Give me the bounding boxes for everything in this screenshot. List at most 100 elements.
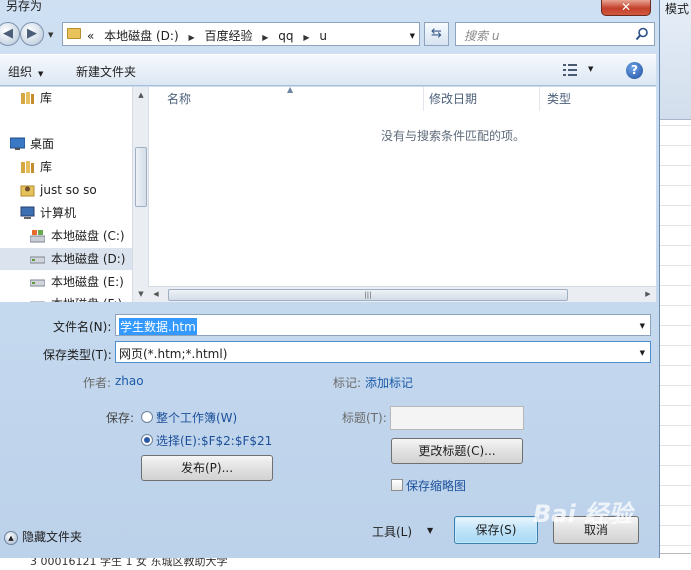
scroll-up-icon[interactable]: ▲ xyxy=(133,87,149,103)
save-thumbnail-label[interactable]: 保存缩略图 xyxy=(406,477,466,494)
background-ribbon: 模式 xyxy=(657,0,691,120)
breadcrumb-separator-icon[interactable]: ▶ xyxy=(303,33,309,42)
tags-label: 标记: xyxy=(333,376,362,390)
nav-item-label: 本地磁盘 (C:) xyxy=(51,229,125,243)
system-drive-icon xyxy=(30,230,45,243)
desktop-icon xyxy=(10,137,25,150)
column-header-type[interactable]: 类型 xyxy=(547,87,571,111)
file-list-scrollbar[interactable]: ◀ ||| ▶ xyxy=(148,286,656,302)
drive-icon xyxy=(30,301,45,302)
tools-dropdown-icon[interactable]: ▼ xyxy=(427,526,433,535)
file-list: ▲ 名称 修改日期 类型 没有与搜索条件匹配的项。 xyxy=(148,85,656,302)
refresh-button[interactable]: ⇆ xyxy=(424,22,449,46)
navigation-pane: 库 桌面 库 just so so 计算机 本地磁盘 (C:) 本地磁盘 (D:… xyxy=(0,87,148,302)
save-thumbnail-checkbox[interactable] xyxy=(391,479,403,491)
close-button[interactable]: ✕ xyxy=(601,0,651,16)
filename-label: 文件名(N): xyxy=(53,320,112,334)
scroll-thumb[interactable] xyxy=(135,147,147,207)
library-icon xyxy=(21,92,34,104)
background-excel-window: 模式 xyxy=(656,0,691,570)
radio-entire-workbook[interactable] xyxy=(141,411,153,423)
new-folder-button[interactable]: 新建文件夹 xyxy=(76,63,136,80)
nav-item-libraries[interactable]: 库 xyxy=(0,156,132,178)
background-grid xyxy=(657,125,691,555)
baidu-watermark: Bai 经验 xyxy=(533,500,633,528)
nav-item-computer[interactable]: 计算机 xyxy=(0,202,132,224)
nav-item-drive-c[interactable]: 本地磁盘 (C:) xyxy=(0,225,132,247)
breadcrumb-baidu-jingyan[interactable]: 百度经验 xyxy=(204,29,252,43)
search-icon[interactable] xyxy=(635,27,649,41)
scroll-right-icon[interactable]: ▶ xyxy=(640,287,656,303)
window-title: 另存为 xyxy=(6,0,43,13)
column-divider[interactable] xyxy=(423,87,424,111)
publish-button[interactable]: 发布(P)... xyxy=(141,455,273,481)
nav-item-label: just so so xyxy=(40,183,97,197)
nav-item-label: 本地磁盘 (F:) xyxy=(51,293,122,302)
save-button[interactable]: 保存(S) xyxy=(454,516,538,544)
breadcrumb-overflow[interactable]: « xyxy=(87,29,94,43)
chevron-down-icon: ▼ xyxy=(38,70,44,78)
filetype-select[interactable]: 网页(*.htm;*.html) ▼ xyxy=(115,341,651,363)
nav-item-label: 本地磁盘 (E:) xyxy=(51,275,124,289)
tags-value[interactable]: 添加标记 xyxy=(365,374,413,391)
drive-icon xyxy=(30,256,45,264)
scroll-left-icon[interactable]: ◀ xyxy=(148,287,164,303)
library-icon xyxy=(21,161,34,173)
empty-message: 没有与搜索条件匹配的项。 xyxy=(380,129,525,143)
command-bar: 组织 ▼ 新建文件夹 ▼ ? xyxy=(0,54,656,86)
radio-selection[interactable] xyxy=(141,434,153,446)
nav-item-drive-e[interactable]: 本地磁盘 (E:) xyxy=(0,271,132,293)
tools-menu[interactable]: 工具(L) xyxy=(372,523,412,540)
help-icon[interactable]: ? xyxy=(626,62,643,79)
nav-item-libraries-top[interactable]: 库 xyxy=(0,87,132,109)
back-arrow-icon: ◀ xyxy=(3,26,13,41)
breadcrumb-separator-icon[interactable]: ▶ xyxy=(262,33,268,42)
filetype-dropdown-icon[interactable]: ▼ xyxy=(640,349,645,357)
page-title-input[interactable] xyxy=(390,406,524,430)
nav-item-label: 本地磁盘 (D:) xyxy=(51,252,126,266)
view-options-icon[interactable] xyxy=(563,64,577,76)
background-ribbon-tab: 模式 xyxy=(665,2,690,16)
filetype-label: 保存类型(T): xyxy=(43,348,112,362)
search-input[interactable]: 搜索 u xyxy=(455,22,655,46)
nav-item-label: 库 xyxy=(40,91,53,105)
nav-item-drive-d[interactable]: 本地磁盘 (D:) xyxy=(0,248,132,270)
title-bar: 另存为 ✕ xyxy=(0,0,660,16)
radio-selection-label[interactable]: 选择(E):$F$2:$F$21 xyxy=(156,432,272,449)
author-value[interactable]: zhao xyxy=(115,374,144,388)
breadcrumb-u[interactable]: u xyxy=(319,29,327,43)
filename-dropdown-icon[interactable]: ▼ xyxy=(640,322,645,330)
drive-icon xyxy=(30,279,45,287)
address-dropdown-icon[interactable]: ▼ xyxy=(410,32,415,40)
nav-item-user[interactable]: just so so xyxy=(0,179,132,201)
filename-field[interactable]: 学生数据.htm ▼ xyxy=(115,314,651,336)
scroll-thumb[interactable]: ||| xyxy=(168,289,568,301)
author-label: 作者: xyxy=(83,376,112,390)
back-button[interactable]: ◀ xyxy=(0,22,20,46)
nav-item-label: 库 xyxy=(40,160,53,174)
breadcrumb-separator-icon[interactable]: ▶ xyxy=(188,33,194,42)
column-header-date[interactable]: 修改日期 xyxy=(429,87,477,111)
forward-button[interactable]: ▶ xyxy=(20,22,44,46)
scroll-down-icon[interactable]: ▼ xyxy=(133,286,149,302)
user-folder-icon xyxy=(20,185,35,197)
collapse-up-icon: ▲ xyxy=(4,530,18,545)
folder-icon xyxy=(67,28,81,39)
address-bar[interactable]: « 本地磁盘 (D:) ▶ 百度经验 ▶ qq ▶ u ▼ xyxy=(62,22,420,46)
column-divider[interactable] xyxy=(539,87,540,111)
hide-folders-button[interactable]: ▲ 隐藏文件夹 xyxy=(4,528,82,545)
radio-entire-workbook-label[interactable]: 整个工作簿(W) xyxy=(156,409,237,426)
organize-menu[interactable]: 组织 ▼ xyxy=(8,63,43,80)
recent-pages-dropdown-icon[interactable]: ▼ xyxy=(48,31,53,39)
column-header-name[interactable]: 名称 xyxy=(167,87,191,111)
view-dropdown-icon[interactable]: ▼ xyxy=(588,65,593,73)
nav-item-desktop[interactable]: 桌面 xyxy=(0,133,132,155)
breadcrumb-qq[interactable]: qq xyxy=(278,29,293,43)
save-as-dialog: 另存为 ✕ ◀ ▶ ▼ « 本地磁盘 (D:) ▶ 百度经验 ▶ qq ▶ u … xyxy=(0,0,660,558)
nav-item-drive-f[interactable]: 本地磁盘 (F:) xyxy=(0,293,132,302)
breadcrumb-drive-d[interactable]: 本地磁盘 (D:) xyxy=(104,29,178,43)
nav-item-label: 计算机 xyxy=(40,206,77,220)
change-title-button[interactable]: 更改标题(C)... xyxy=(391,438,523,464)
nav-pane-scrollbar[interactable]: ▲ ▼ xyxy=(132,87,148,302)
breadcrumb: « 本地磁盘 (D:) ▶ 百度经验 ▶ qq ▶ u xyxy=(87,27,333,44)
